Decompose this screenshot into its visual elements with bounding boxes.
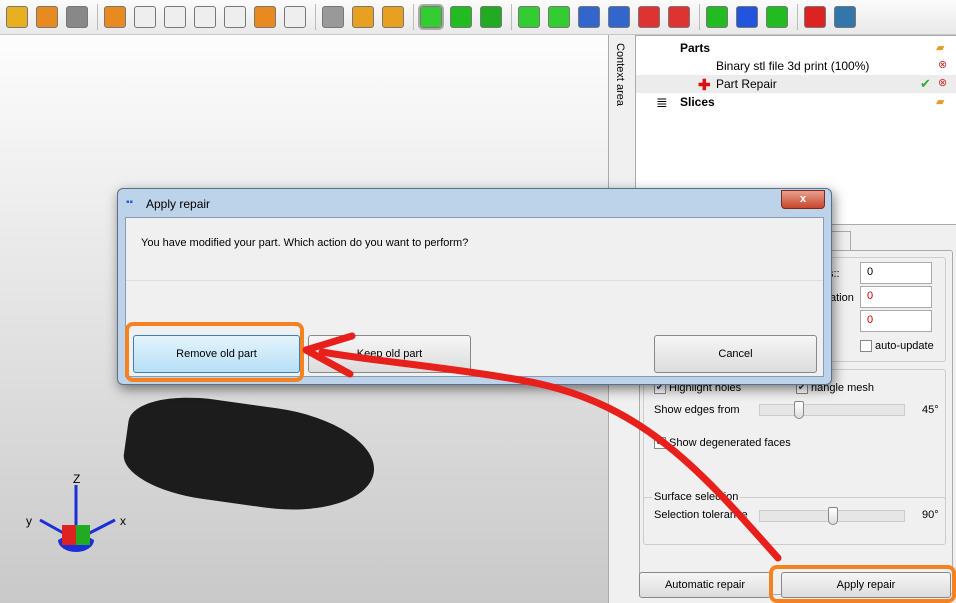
select-triangle-icon[interactable]: [418, 4, 444, 30]
toolbar-separator: [797, 4, 798, 30]
display-group: ✔ Highlight holes ✔ riangle mesh Show edge…: [643, 369, 946, 509]
show-degenerated-checkbox[interactable]: ✔ Show degenerated faces: [654, 437, 791, 450]
selection-tolerance-slider[interactable]: [759, 507, 905, 525]
add-shapes-icon[interactable]: [36, 6, 58, 28]
slider-thumb[interactable]: [794, 401, 804, 419]
toolbar-separator: [511, 4, 512, 30]
tree-item-part-repair[interactable]: Part Repair: [636, 75, 956, 93]
part-repair-icon[interactable]: [804, 6, 826, 28]
surface-selection-group: Surface selection Selection tolerance 90…: [643, 491, 946, 545]
close-button[interactable]: x: [781, 190, 825, 209]
automatic-repair-button[interactable]: Automatic repair: [639, 572, 771, 598]
measure-icon[interactable]: [608, 6, 630, 28]
folder-icon[interactable]: ▰: [936, 41, 944, 54]
slider-thumb[interactable]: [828, 507, 838, 525]
select-surface-icon[interactable]: [450, 6, 472, 28]
toolbar-separator: [97, 4, 98, 30]
view-top-icon[interactable]: [224, 6, 246, 28]
select-shell-icon[interactable]: [480, 6, 502, 28]
dialog-title: Apply repair: [146, 197, 211, 211]
settings-icon[interactable]: [834, 6, 856, 28]
part-info-icon[interactable]: [66, 6, 88, 28]
keep-old-part-button[interactable]: Keep old part: [308, 335, 471, 373]
dialog-titlebar[interactable]: ▪▪ Apply repair x: [118, 189, 831, 217]
field3-input[interactable]: 0: [860, 310, 932, 332]
axis-gizmo: Z y x: [26, 472, 126, 552]
delete-icon[interactable]: [638, 6, 660, 28]
view-back-icon[interactable]: [134, 6, 156, 28]
field1-input[interactable]: 0: [860, 262, 932, 284]
group-title: Surface selection: [652, 491, 741, 503]
mark-blue-icon[interactable]: [736, 6, 758, 28]
mark-green-icon[interactable]: [706, 6, 728, 28]
toolbar-separator: [315, 4, 316, 30]
selection-tolerance-label: Selection tolerance: [654, 509, 748, 521]
view-iso-icon[interactable]: [284, 6, 306, 28]
show-edges-slider[interactable]: [759, 401, 905, 419]
highlight-remove-old-part: [125, 322, 304, 382]
highlight-apply-repair: [769, 565, 956, 603]
show-edges-label: Show edges from: [654, 404, 740, 416]
toolbar-separator: [413, 4, 414, 30]
cut-icon[interactable]: [578, 6, 600, 28]
show-edges-value: 45°: [922, 404, 939, 416]
view-left-icon[interactable]: [164, 6, 186, 28]
view-front-icon[interactable]: [104, 6, 126, 28]
auto-update-label: auto-update: [875, 340, 934, 352]
remove-icon[interactable]: ⊗: [938, 58, 947, 71]
auto-update-checkbox[interactable]: auto-update: [860, 340, 934, 353]
open-folder-icon[interactable]: [6, 6, 28, 28]
triangle-select-icon[interactable]: [352, 6, 374, 28]
field2-input[interactable]: 0: [860, 286, 932, 308]
toolbar-separator: [699, 4, 700, 30]
repair-cross-icon: ✚: [698, 77, 711, 94]
dialog-message: You have modified your part. Which actio…: [141, 237, 469, 249]
zoom-icon[interactable]: [382, 6, 404, 28]
axis-y-label: y: [26, 514, 32, 528]
view-bottom-icon[interactable]: [254, 6, 276, 28]
toolbar: [0, 0, 956, 35]
axis-z-label: Z: [73, 472, 80, 486]
context-area-tab[interactable]: Context area: [614, 43, 626, 106]
shading-icon[interactable]: [322, 6, 344, 28]
part-mesh[interactable]: [119, 388, 381, 522]
folder-icon[interactable]: ▰: [936, 95, 944, 108]
axis-x-label: x: [120, 514, 126, 528]
remove-icon[interactable]: ⊗: [938, 76, 947, 89]
view-right-icon[interactable]: [194, 6, 216, 28]
label: Show degenerated faces: [669, 437, 791, 449]
field-label: ation: [830, 292, 854, 304]
mark-green2-icon[interactable]: [766, 6, 788, 28]
cancel-button[interactable]: Cancel: [654, 335, 817, 373]
add-vertex-icon[interactable]: [548, 6, 570, 28]
slices-icon: ≣: [656, 94, 668, 110]
selection-tolerance-value: 90°: [922, 509, 939, 521]
tree-item-part[interactable]: Binary stl file 3d print (100%): [716, 57, 869, 75]
checkmark-icon[interactable]: ✔: [920, 76, 931, 92]
tree-item-parts[interactable]: Parts: [680, 39, 710, 57]
add-triangle-icon[interactable]: [518, 6, 540, 28]
app-icon: ▪▪: [126, 197, 134, 208]
tree-item-slices[interactable]: Slices: [680, 93, 715, 111]
repair-icon[interactable]: [668, 6, 690, 28]
